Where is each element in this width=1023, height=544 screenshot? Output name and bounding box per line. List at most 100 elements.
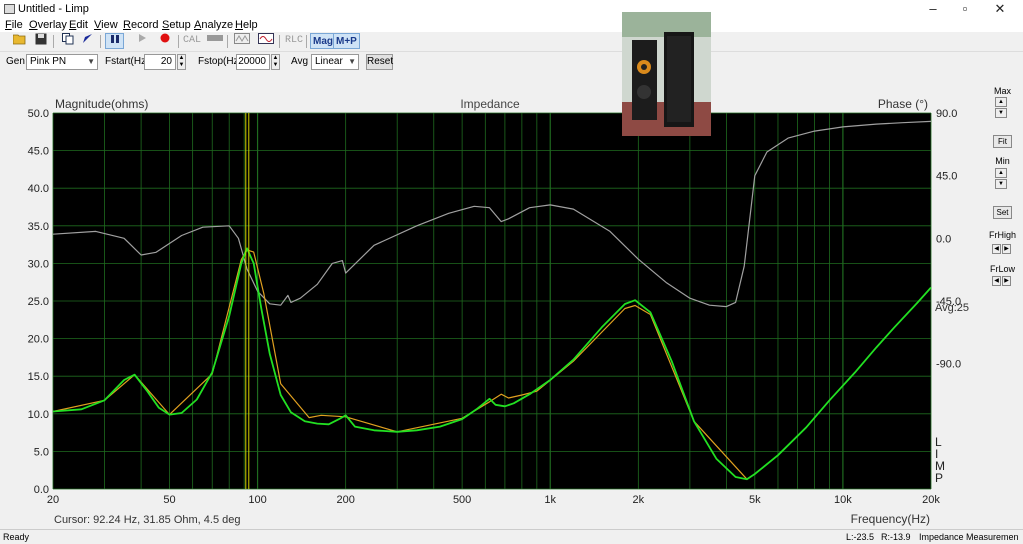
menu-view[interactable]: View [94,18,118,32]
pause-icon[interactable] [105,33,124,49]
frhigh-label: FrHigh [988,230,1016,240]
window-title: Untitled - Limp [18,3,89,15]
side-letter: P [935,471,943,485]
y2-tick-label: -45.0 [936,296,961,308]
waveform-icon[interactable] [232,33,251,49]
min-up-button[interactable]: ▲ [995,168,1007,178]
right-level: R:-13.9 [881,532,911,542]
fstart-label: Fstart(Hz) [105,56,150,67]
min-label: Min [995,156,1010,166]
max-label: Max [993,86,1011,96]
play-icon[interactable] [132,33,151,49]
y2-tick-label: -90.0 [936,359,961,371]
x-axis-label: Frequency(Hz) [851,512,930,526]
y-tick-label: 50.0 [28,108,49,120]
scale-panel: Max ▲ ▼ Fit Min ▲ ▼ Set FrHigh ◀ ▶ FrLow… [982,74,1023,529]
impedance-chart[interactable]: Impedance Magnitude(ohms) Phase (°) Freq… [0,74,980,529]
toolbar: CAL RLC Mag M+P [0,32,1023,52]
y-tick-label: 0.0 [34,484,49,496]
x-tick-label: 50 [163,494,175,506]
chevron-down-icon: ▼ [348,57,356,66]
chevron-down-icon: ▼ [87,57,95,66]
maximize-button[interactable]: ▫ [950,0,980,18]
y-tick-label: 35.0 [28,221,49,233]
x-tick-label: 20k [922,494,940,506]
y2-tick-label: 0.0 [936,233,951,245]
y-axis-label: Magnitude(ohms) [55,97,148,111]
speaker-photo [622,12,711,136]
fstop-input[interactable]: 20000 [236,54,270,70]
title-bar: Untitled - Limp – ▫ ✕ [0,0,1023,18]
menu-overlay[interactable]: Overlay [29,18,67,32]
reset-button[interactable]: Reset [366,54,393,70]
frhigh-left-button[interactable]: ◀ [992,244,1001,254]
x-tick-label: 5k [749,494,761,506]
gen-label: Gen [6,56,25,67]
left-level: L:-23.5 [846,532,875,542]
max-up-button[interactable]: ▲ [995,97,1007,107]
menu-record[interactable]: Record [123,18,158,32]
y2-tick-label: 45.0 [936,171,957,183]
toolbar-separator [53,35,54,48]
y-tick-label: 30.0 [28,258,49,270]
app-icon [4,4,15,14]
side-letters: LIMP [935,435,945,485]
y-tick-label: 10.0 [28,409,49,421]
save-icon[interactable] [31,33,50,49]
record-icon[interactable] [155,33,174,49]
y-tick-label: 20.0 [28,334,49,346]
toolbar-separator [227,35,228,48]
max-down-button[interactable]: ▼ [995,108,1007,118]
y-tick-label: 5.0 [34,446,49,458]
avg-value: Linear [315,56,343,67]
toolbar-separator [306,35,307,48]
generator-bar: Gen Pink PN ▼ Fstart(Hz) 20 ▲ ▼ Fstop(Hz)… [0,52,1023,72]
cursor-icon[interactable] [78,33,97,49]
frlow-right-button[interactable]: ▶ [1002,276,1011,286]
menu-setup[interactable]: Setup [162,18,191,32]
frlow-label: FrLow [989,264,1015,274]
avg-select[interactable]: Linear ▼ [311,54,359,70]
cursor-readout: Cursor: 92.24 Hz, 31.85 Ohm, 4.5 deg [54,514,241,526]
open-folder-icon[interactable] [10,33,29,49]
toolbar-separator [178,35,179,48]
frlow-left-button[interactable]: ◀ [992,276,1001,286]
chart-title: Impedance [460,97,520,111]
plot-panel: Impedance Magnitude(ohms) Phase (°) Freq… [0,12,980,529]
set-button[interactable]: Set [993,206,1012,219]
rlc-button[interactable]: RLC [285,33,303,49]
menu-file[interactable]: File [5,18,23,32]
x-tick-label: 500 [453,494,471,506]
copy-icon[interactable] [58,33,77,49]
menu-help[interactable]: Help [235,18,258,32]
x-tick-label: 2k [633,494,645,506]
minimize-button[interactable]: – [918,0,948,18]
fstart-input[interactable]: 20 [144,54,176,70]
y-tick-label: 25.0 [28,296,49,308]
min-down-button[interactable]: ▼ [995,179,1007,189]
fit-button[interactable]: Fit [993,135,1012,148]
cal-button[interactable]: CAL [183,33,201,49]
generator-select[interactable]: Pink PN ▼ [26,54,98,70]
toolbar-separator [100,35,101,48]
generator-value: Pink PN [30,56,67,67]
calibration-bar-icon[interactable] [205,33,224,49]
x-tick-label: 10k [834,494,852,506]
menu-analyze[interactable]: Analyze [194,18,233,32]
x-tick-label: 200 [336,494,354,506]
frhigh-right-button[interactable]: ▶ [1002,244,1011,254]
close-button[interactable]: ✕ [985,0,1015,18]
y2-tick-label: 90.0 [936,108,957,120]
x-tick-label: 100 [248,494,266,506]
y-tick-label: 40.0 [28,183,49,195]
status-text: Ready [3,532,30,542]
y2-axis-label: Phase (°) [878,97,928,111]
menu-edit[interactable]: Edit [69,18,88,32]
menu-bar: File Overlay Edit View Record Setup Anal… [0,18,1023,32]
fstop-stepper[interactable]: ▲ ▼ [271,54,280,70]
sine-icon[interactable] [256,33,275,49]
fstart-stepper[interactable]: ▲ ▼ [177,54,186,70]
y-tick-label: 45.0 [28,146,49,158]
status-bar: Ready L:-23.5 R:-13.9 Impedance Measurem… [0,529,1023,544]
mag-phase-button[interactable]: M+P [333,33,360,49]
